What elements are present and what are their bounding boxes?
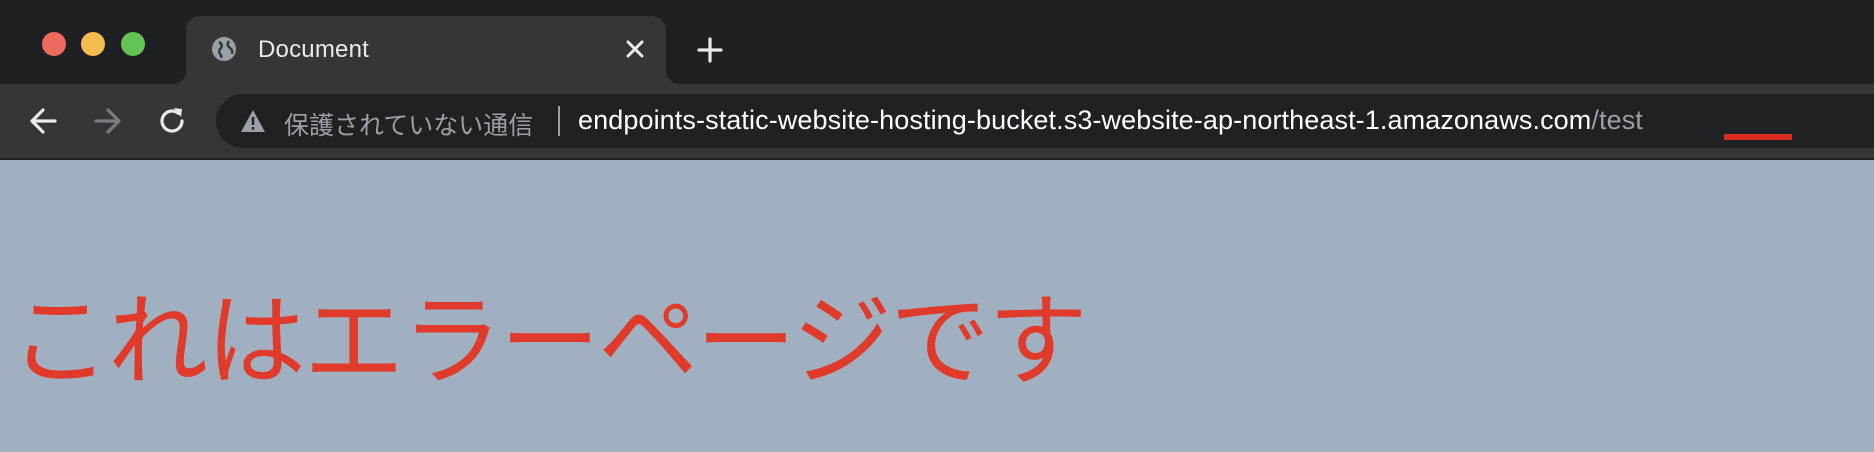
- warning-icon[interactable]: [240, 109, 266, 133]
- url-host: endpoints-static-website-hosting-bucket.…: [578, 105, 1592, 135]
- tab-strip: Document: [0, 0, 1874, 84]
- url-text[interactable]: endpoints-static-website-hosting-bucket.…: [578, 105, 1643, 136]
- new-tab-icon[interactable]: [696, 36, 724, 64]
- arrow-left-icon[interactable]: [27, 104, 61, 138]
- browser-tab[interactable]: Document: [172, 16, 680, 84]
- globe-icon: [212, 37, 236, 61]
- security-status-label[interactable]: 保護されていない通信: [284, 106, 533, 142]
- address-bar[interactable]: 保護されていない通信 endpoints-static-website-host…: [216, 94, 1874, 148]
- omnibox-divider: [558, 106, 560, 136]
- error-page-heading: これはエラーページです: [10, 283, 1088, 400]
- close-tab-icon[interactable]: [622, 36, 648, 62]
- annotation-underline: [1724, 134, 1792, 140]
- reload-icon[interactable]: [155, 104, 189, 138]
- browser-toolbar: 保護されていない通信 endpoints-static-website-host…: [0, 84, 1874, 160]
- maximize-window-button[interactable]: [121, 32, 145, 56]
- arrow-right-icon[interactable]: [90, 104, 124, 138]
- tab-title: Document: [258, 36, 369, 63]
- url-path: /test: [1591, 105, 1643, 135]
- minimize-window-button[interactable]: [81, 32, 105, 56]
- close-window-button[interactable]: [42, 32, 66, 56]
